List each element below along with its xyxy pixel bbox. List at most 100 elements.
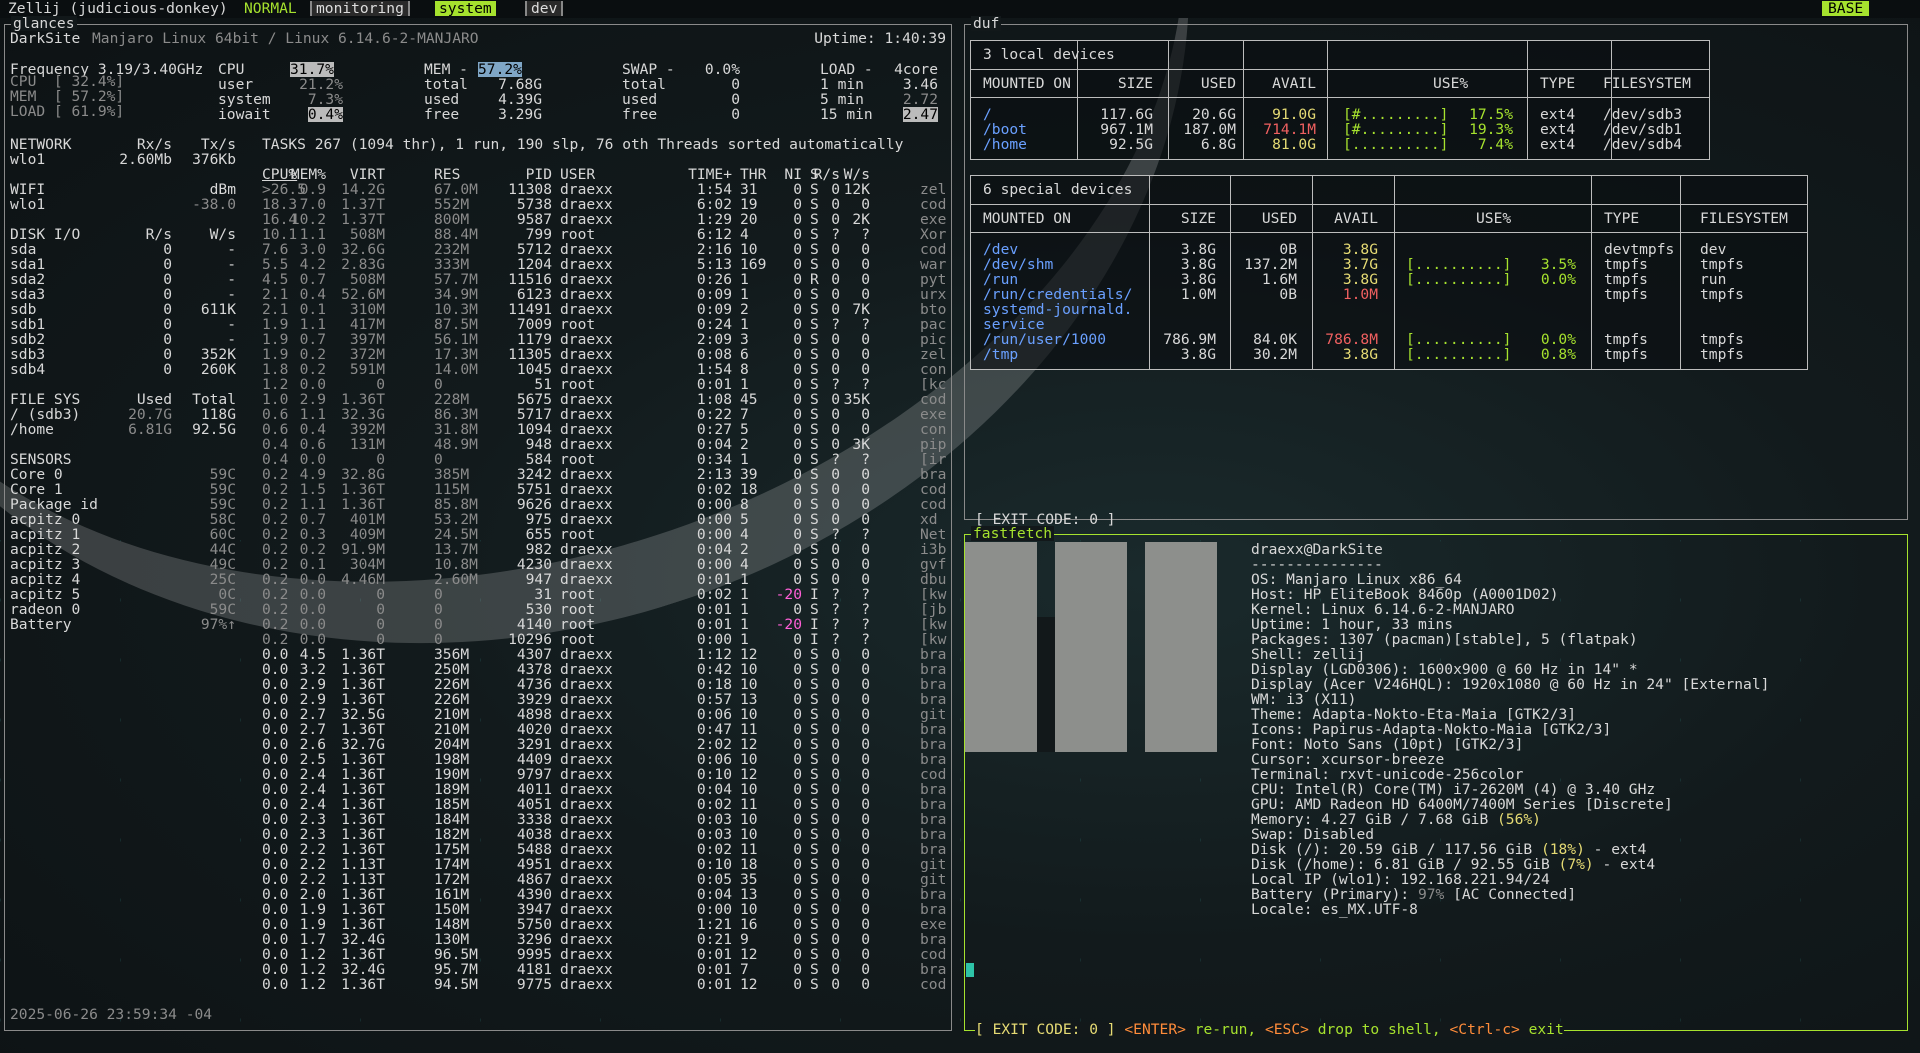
duf-special-used: 0B (1279, 241, 1297, 258)
proc-cell: 4736 (516, 676, 552, 693)
proc-cell: 310M (349, 301, 385, 318)
proc-cell: 0 (831, 841, 840, 858)
proc-cell: cod (920, 481, 947, 498)
duf-special-mount[interactable]: /dev/shm (983, 257, 1053, 272)
proc-cell: 10 (740, 706, 758, 723)
duf-special-mount[interactable]: /dev (983, 242, 1018, 257)
proc-cell: 12 (740, 646, 758, 663)
proc-header-user[interactable]: USER (560, 167, 595, 182)
proc-cell: 32.3G (341, 406, 385, 423)
sensor-value: 58C (209, 511, 236, 528)
duf-local-title: 3 local devices (983, 46, 1115, 63)
duf-special-fs: tmpfs (1700, 331, 1744, 348)
proc-cell: 2.6 (299, 736, 326, 753)
tab-dev[interactable]: dev (525, 1, 564, 16)
duf-special-pct: 0.8% (1540, 346, 1576, 363)
load-1-value: 2.72 (902, 91, 938, 108)
ctrlc-key-hint[interactable]: <Ctrl-c> (1450, 1021, 1520, 1038)
proc-cell: 3296 (516, 931, 552, 948)
proc-cell: 9626 (516, 496, 552, 513)
proc-cell: draexx (560, 946, 613, 963)
proc-cell: 17.3M (434, 346, 478, 363)
tab-monitoring[interactable]: monitoring (310, 1, 410, 16)
fastfetch-line: Terminal: rxvt-unicode-256color (1251, 767, 1523, 782)
duf-special-mount[interactable]: /run/user/1000 (983, 332, 1106, 347)
duf-special-header-usepct: USE% (1476, 210, 1512, 227)
proc-cell: I (810, 586, 819, 603)
proc-cell: 35K (843, 391, 870, 408)
proc-cell: S (810, 511, 819, 528)
proc-cell: 0 (831, 796, 840, 813)
proc-cell: 0 (831, 721, 840, 738)
proc-cell: S (810, 481, 819, 498)
proc-cell: S (810, 541, 819, 558)
proc-cell: 0 (793, 811, 802, 828)
proc-cell: 4020 (516, 721, 552, 738)
proc-cell: 13 (740, 691, 758, 708)
proc-header-res[interactable]: RES (434, 167, 460, 182)
proc-cell: 0 (861, 856, 870, 873)
proc-cell: 31 (534, 586, 552, 603)
proc-cell: exe (920, 406, 947, 423)
proc-cell: pac (920, 316, 947, 333)
proc-cell: 0:08 (696, 346, 732, 363)
proc-cell: 975 (525, 511, 552, 528)
proc-cell: draexx (560, 511, 613, 528)
proc-cell: draexx (560, 961, 613, 978)
enter-key-hint[interactable]: <ENTER> (1124, 1021, 1186, 1038)
proc-cell: S (810, 721, 819, 738)
proc-cell: 1.36T (341, 721, 385, 738)
proc-cell: cod (920, 766, 947, 783)
proc-cell: 1:54 (696, 181, 732, 198)
sensors-title: SENSORS (10, 451, 72, 468)
duf-special-mount[interactable]: service (983, 317, 1045, 332)
proc-cell: 0 (793, 646, 802, 663)
duf-special-mount[interactable]: /run/credentials/ (983, 287, 1132, 302)
proc-cell: S (810, 361, 819, 378)
diskio-write: - (227, 271, 236, 288)
duf-special-mount[interactable]: /tmp (983, 347, 1018, 362)
duf-special-used: 0B (1279, 286, 1297, 303)
proc-cell: 0 (831, 856, 840, 873)
tab-system[interactable]: system (435, 1, 496, 16)
proc-cell: ? (861, 631, 870, 648)
proc-cell: 0 (831, 766, 840, 783)
proc-cell: 0.0 (262, 796, 289, 813)
duf-special-mount[interactable]: systemd-journald. (983, 302, 1132, 317)
esc-key-hint[interactable]: <ESC> (1265, 1021, 1309, 1038)
quicklook-cpu: CPU [ 32.4%] (10, 73, 125, 90)
filesys-title: FILE SYS (10, 391, 81, 408)
proc-cell: 0.0 (262, 841, 289, 858)
duf-header-mounted: MOUNTED ON (983, 75, 1071, 92)
sensor-label: Core 1 (10, 481, 63, 498)
fastfetch-line: Memory: 4.27 GiB / 7.68 GiB (56%) (1251, 812, 1541, 827)
diskio-write: - (227, 316, 236, 333)
proc-cell: 34.9M (434, 286, 478, 303)
proc-cell: 0 (831, 901, 840, 918)
proc-cell: 10.1 (262, 226, 298, 243)
proc-header-thr[interactable]: THR (740, 167, 766, 182)
proc-cell: zel (920, 181, 947, 198)
diskio-write: 611K (200, 301, 236, 318)
proc-cell: 0:01 (696, 571, 732, 588)
proc-cell: S (810, 316, 819, 333)
proc-cell: 1.36T (341, 796, 385, 813)
proc-cell: 0.0 (262, 916, 289, 933)
duf-local-mount[interactable]: /home (983, 137, 1027, 152)
proc-cell: S (810, 256, 819, 273)
proc-cell: 175M (434, 841, 470, 858)
proc-cell: 1.2 (299, 976, 326, 993)
proc-cell: 1.36T (341, 481, 385, 498)
manjaro-logo-bar-3 (1055, 617, 1127, 752)
proc-cell: 1.36T (341, 676, 385, 693)
proc-cell: bra (920, 901, 947, 918)
duf-local-mount[interactable]: /boot (983, 122, 1027, 137)
proc-cell: 0 (831, 346, 840, 363)
duf-local-mount[interactable]: / (983, 107, 992, 122)
duf-special-used: 1.6M (1261, 271, 1297, 288)
proc-cell: 0 (793, 691, 802, 708)
proc-cell: 0 (434, 601, 443, 618)
fastfetch-line: Kernel: Linux 6.14.6-2-MANJARO (1251, 602, 1515, 617)
proc-cell: 226M (434, 676, 470, 693)
duf-special-mount[interactable]: /run (983, 272, 1018, 287)
